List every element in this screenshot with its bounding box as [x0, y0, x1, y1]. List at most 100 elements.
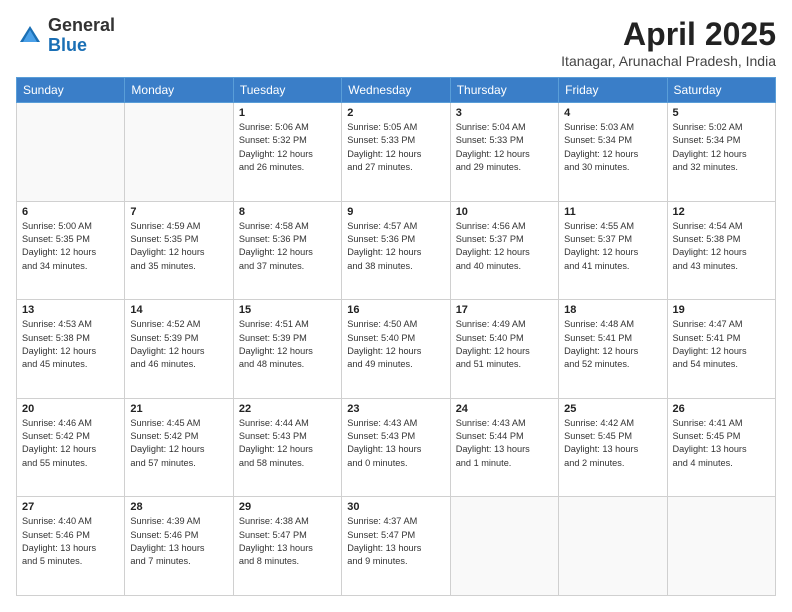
logo-general: General [48, 15, 115, 35]
day-number: 29 [239, 501, 336, 513]
week-row-5: 27Sunrise: 4:40 AMSunset: 5:46 PMDayligh… [17, 497, 776, 596]
day-info: Sunrise: 4:41 AMSunset: 5:45 PMDaylight:… [673, 417, 770, 470]
day-number: 17 [456, 304, 553, 316]
calendar-cell [667, 497, 775, 596]
title-block: April 2025 Itanagar, Arunachal Pradesh, … [561, 16, 776, 69]
calendar-cell: 30Sunrise: 4:37 AMSunset: 5:47 PMDayligh… [342, 497, 450, 596]
calendar-cell: 22Sunrise: 4:44 AMSunset: 5:43 PMDayligh… [233, 398, 341, 497]
col-header-thursday: Thursday [450, 78, 558, 103]
title-location: Itanagar, Arunachal Pradesh, India [561, 53, 776, 69]
day-info: Sunrise: 5:02 AMSunset: 5:34 PMDaylight:… [673, 121, 770, 174]
calendar-cell: 9 Sunrise: 4:57 AMSunset: 5:36 PMDaylight… [342, 201, 450, 300]
day-info: Sunrise: 5:03 AMSunset: 5:34 PMDaylight:… [564, 121, 661, 174]
calendar-cell: 24 Sunrise: 4:43 AMSunset: 5:44 PMDayligh… [450, 398, 558, 497]
calendar-cell: 12 Sunrise: 4:54 AMSunset: 5:38 PMDayligh… [667, 201, 775, 300]
day-number: 15 [239, 304, 336, 316]
day-info: Sunrise: 4:57 AMSunset: 5:36 PMDaylight:… [347, 220, 444, 273]
day-number: 26 [673, 403, 770, 415]
day-number: 27 [22, 501, 119, 513]
calendar-cell: 20 Sunrise: 4:46 AMSunset: 5:42 PMDayligh… [17, 398, 125, 497]
week-row-1: 1Sunrise: 5:06 AMSunset: 5:32 PMDaylight… [17, 103, 776, 202]
col-header-sunday: Sunday [17, 78, 125, 103]
calendar-cell [17, 103, 125, 202]
calendar-cell [125, 103, 233, 202]
day-number: 16 [347, 304, 444, 316]
day-info: Sunrise: 4:55 AMSunset: 5:37 PMDaylight:… [564, 220, 661, 273]
week-row-2: 6 Sunrise: 5:00 AMSunset: 5:35 PMDaylight… [17, 201, 776, 300]
day-info: Sunrise: 4:49 AMSunset: 5:40 PMDaylight:… [456, 318, 553, 371]
day-info: Sunrise: 4:46 AMSunset: 5:42 PMDaylight:… [22, 417, 119, 470]
calendar-cell: 27Sunrise: 4:40 AMSunset: 5:46 PMDayligh… [17, 497, 125, 596]
day-info: Sunrise: 4:50 AMSunset: 5:40 PMDaylight:… [347, 318, 444, 371]
day-number: 13 [22, 304, 119, 316]
day-number: 10 [456, 206, 553, 218]
logo-blue: Blue [48, 35, 87, 55]
day-number: 2 [347, 107, 444, 119]
day-number: 14 [130, 304, 227, 316]
header-row: SundayMondayTuesdayWednesdayThursdayFrid… [17, 78, 776, 103]
calendar-cell: 15Sunrise: 4:51 AMSunset: 5:39 PMDayligh… [233, 300, 341, 399]
day-info: Sunrise: 4:45 AMSunset: 5:42 PMDaylight:… [130, 417, 227, 470]
day-number: 18 [564, 304, 661, 316]
col-header-saturday: Saturday [667, 78, 775, 103]
calendar-cell: 29 Sunrise: 4:38 AMSunset: 5:47 PMDayligh… [233, 497, 341, 596]
calendar-cell: 5 Sunrise: 5:02 AMSunset: 5:34 PMDaylight… [667, 103, 775, 202]
day-number: 9 [347, 206, 444, 218]
header: General Blue April 2025 Itanagar, Arunac… [16, 16, 776, 69]
day-info: Sunrise: 5:06 AMSunset: 5:32 PMDaylight:… [239, 121, 336, 174]
day-info: Sunrise: 4:38 AMSunset: 5:47 PMDaylight:… [239, 515, 336, 568]
day-number: 19 [673, 304, 770, 316]
day-number: 8 [239, 206, 336, 218]
calendar-cell: 4 Sunrise: 5:03 AMSunset: 5:34 PMDaylight… [559, 103, 667, 202]
title-month: April 2025 [561, 16, 776, 53]
day-info: Sunrise: 5:04 AMSunset: 5:33 PMDaylight:… [456, 121, 553, 174]
calendar-cell: 11 Sunrise: 4:55 AMSunset: 5:37 PMDayligh… [559, 201, 667, 300]
day-info: Sunrise: 4:48 AMSunset: 5:41 PMDaylight:… [564, 318, 661, 371]
day-number: 28 [130, 501, 227, 513]
day-info: Sunrise: 5:00 AMSunset: 5:35 PMDaylight:… [22, 220, 119, 273]
col-header-tuesday: Tuesday [233, 78, 341, 103]
day-info: Sunrise: 4:54 AMSunset: 5:38 PMDaylight:… [673, 220, 770, 273]
calendar-cell: 6 Sunrise: 5:00 AMSunset: 5:35 PMDaylight… [17, 201, 125, 300]
calendar-cell: 3Sunrise: 5:04 AMSunset: 5:33 PMDaylight… [450, 103, 558, 202]
day-info: Sunrise: 4:43 AMSunset: 5:44 PMDaylight:… [456, 417, 553, 470]
calendar-cell: 21 Sunrise: 4:45 AMSunset: 5:42 PMDayligh… [125, 398, 233, 497]
day-info: Sunrise: 4:56 AMSunset: 5:37 PMDaylight:… [456, 220, 553, 273]
day-number: 21 [130, 403, 227, 415]
col-header-friday: Friday [559, 78, 667, 103]
calendar-cell: 2Sunrise: 5:05 AMSunset: 5:33 PMDaylight… [342, 103, 450, 202]
day-number: 7 [130, 206, 227, 218]
day-info: Sunrise: 4:52 AMSunset: 5:39 PMDaylight:… [130, 318, 227, 371]
calendar-cell [450, 497, 558, 596]
calendar-cell: 28Sunrise: 4:39 AMSunset: 5:46 PMDayligh… [125, 497, 233, 596]
day-number: 4 [564, 107, 661, 119]
day-info: Sunrise: 4:53 AMSunset: 5:38 PMDaylight:… [22, 318, 119, 371]
calendar-cell: 18 Sunrise: 4:48 AMSunset: 5:41 PMDayligh… [559, 300, 667, 399]
day-number: 5 [673, 107, 770, 119]
calendar-cell [559, 497, 667, 596]
day-number: 20 [22, 403, 119, 415]
day-info: Sunrise: 4:59 AMSunset: 5:35 PMDaylight:… [130, 220, 227, 273]
calendar-cell: 8 Sunrise: 4:58 AMSunset: 5:36 PMDaylight… [233, 201, 341, 300]
col-header-wednesday: Wednesday [342, 78, 450, 103]
calendar-cell: 14 Sunrise: 4:52 AMSunset: 5:39 PMDayligh… [125, 300, 233, 399]
day-number: 25 [564, 403, 661, 415]
day-info: Sunrise: 4:44 AMSunset: 5:43 PMDaylight:… [239, 417, 336, 470]
calendar-cell: 1Sunrise: 5:06 AMSunset: 5:32 PMDaylight… [233, 103, 341, 202]
day-number: 6 [22, 206, 119, 218]
week-row-3: 13 Sunrise: 4:53 AMSunset: 5:38 PMDayligh… [17, 300, 776, 399]
day-info: Sunrise: 4:37 AMSunset: 5:47 PMDaylight:… [347, 515, 444, 568]
day-number: 12 [673, 206, 770, 218]
logo: General Blue [16, 16, 115, 56]
day-info: Sunrise: 4:43 AMSunset: 5:43 PMDaylight:… [347, 417, 444, 470]
calendar-cell: 17 Sunrise: 4:49 AMSunset: 5:40 PMDayligh… [450, 300, 558, 399]
day-number: 11 [564, 206, 661, 218]
logo-text: General Blue [48, 16, 115, 56]
day-info: Sunrise: 4:58 AMSunset: 5:36 PMDaylight:… [239, 220, 336, 273]
page: General Blue April 2025 Itanagar, Arunac… [0, 0, 792, 612]
calendar-cell: 10 Sunrise: 4:56 AMSunset: 5:37 PMDayligh… [450, 201, 558, 300]
calendar-cell: 23 Sunrise: 4:43 AMSunset: 5:43 PMDayligh… [342, 398, 450, 497]
day-number: 23 [347, 403, 444, 415]
calendar-cell: 25Sunrise: 4:42 AMSunset: 5:45 PMDayligh… [559, 398, 667, 497]
day-number: 24 [456, 403, 553, 415]
